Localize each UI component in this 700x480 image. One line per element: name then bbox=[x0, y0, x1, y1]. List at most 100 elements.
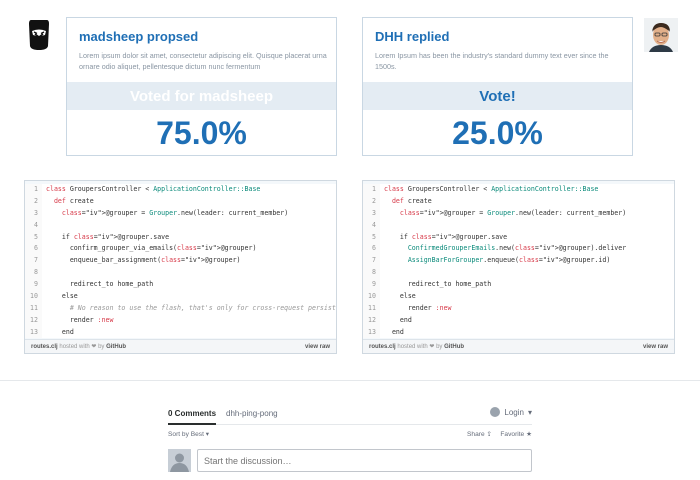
left-vote-percentage: 75.0% bbox=[156, 115, 247, 151]
line-number: 6 bbox=[25, 243, 42, 256]
line-number: 12 bbox=[363, 314, 380, 327]
line-number: 9 bbox=[25, 279, 42, 292]
code-line: 13 end bbox=[363, 326, 674, 338]
line-code: # No reason to use the flash, that's onl… bbox=[46, 303, 336, 312]
share-icon: ⇪ bbox=[486, 431, 492, 438]
disqus-icon bbox=[490, 407, 501, 417]
right-code-gist: 1 class GroupersController < ApplicationC… bbox=[362, 180, 675, 354]
code-line: 10 else bbox=[363, 291, 674, 303]
line-code: class GroupersController < ApplicationCo… bbox=[46, 185, 261, 193]
code-line: 12 end bbox=[363, 314, 674, 327]
left-proposal-title: madsheep propsed bbox=[79, 29, 199, 44]
line-code: render :new bbox=[384, 303, 452, 312]
line-code: else bbox=[61, 292, 78, 301]
code-line: 10 else bbox=[25, 291, 336, 303]
code-line: 13 end bbox=[25, 326, 336, 338]
github-link[interactable]: GitHub bbox=[106, 344, 126, 350]
left-code-block: 1 class GroupersController < ApplicationC… bbox=[25, 184, 336, 338]
comments-tabs: 0 Comments dhh-ping-pong Login ▾ bbox=[168, 407, 532, 425]
github-link[interactable]: GitHub bbox=[444, 344, 464, 350]
tab-community[interactable]: dhh-ping-pong bbox=[226, 409, 278, 418]
gist-footer: routes.clj hosted with ❤ by GitHub view … bbox=[363, 339, 674, 353]
code-line: 9 redirect_to home_path bbox=[363, 279, 674, 292]
line-number: 13 bbox=[363, 326, 380, 338]
code-line: 11 render :new bbox=[363, 302, 674, 315]
sort-dropdown[interactable]: Sort by Best ▾ bbox=[168, 430, 209, 438]
gist-filename-link[interactable]: routes.clj bbox=[31, 344, 58, 350]
view-raw-link[interactable]: view raw bbox=[643, 340, 668, 353]
code-line: 7 enqueue_bar_assignment(class="iv">@gro… bbox=[25, 255, 336, 268]
code-line: 3 class="iv">@grouper = Grouper.new(lead… bbox=[363, 207, 674, 220]
share-button[interactable]: Share ⇪ bbox=[467, 430, 492, 438]
left-proposal-description: Lorem ipsum dolor sit amet, consectetur … bbox=[79, 51, 327, 71]
vote-button[interactable]: Vote! bbox=[363, 82, 632, 110]
line-number: 5 bbox=[25, 231, 42, 244]
line-number: 11 bbox=[363, 302, 380, 315]
line-code: end bbox=[399, 315, 412, 324]
line-number: 3 bbox=[363, 207, 380, 220]
right-proposal-card: DHH replied Lorem Ipsum has been the ind… bbox=[362, 17, 633, 156]
right-code-block: 1 class GroupersController < ApplicationC… bbox=[363, 184, 674, 338]
line-code: AssignBarForGrouper.enqueue(class="iv">@… bbox=[407, 256, 611, 265]
code-line: 5 if class="iv">@grouper.save bbox=[25, 231, 336, 244]
code-line: 2 def create bbox=[363, 195, 674, 208]
line-code: confirm_grouper_via_emails(class="iv">@g… bbox=[46, 244, 257, 253]
line-code: def create bbox=[53, 196, 94, 205]
right-proposal-description: Lorem Ipsum has been the industry's stan… bbox=[375, 51, 609, 71]
line-code: end bbox=[391, 327, 404, 336]
code-line: 2 def create bbox=[25, 195, 336, 208]
code-line: 1 class GroupersController < ApplicationC… bbox=[363, 184, 674, 196]
line-number: 8 bbox=[363, 267, 380, 280]
person-avatar-icon bbox=[644, 18, 678, 52]
line-number: 7 bbox=[25, 255, 42, 268]
line-number: 13 bbox=[25, 326, 42, 338]
favorite-label: Favorite bbox=[500, 431, 525, 438]
code-line: 4 bbox=[363, 219, 674, 232]
view-raw-link[interactable]: view raw bbox=[305, 340, 330, 353]
tab-comments[interactable]: 0 Comments bbox=[168, 409, 217, 425]
left-code-gist: 1 class GroupersController < ApplicationC… bbox=[24, 180, 337, 354]
line-code: redirect_to home_path bbox=[46, 280, 154, 289]
gist-footer: routes.clj hosted with ❤ by GitHub view … bbox=[25, 339, 336, 353]
right-vote-percentage: 25.0% bbox=[452, 115, 543, 151]
line-number: 11 bbox=[25, 302, 42, 315]
discussion-input[interactable] bbox=[197, 449, 532, 472]
comments-subbar: Sort by Best ▾ Share ⇪ Favorite ★ bbox=[168, 430, 532, 440]
line-number: 12 bbox=[25, 314, 42, 327]
code-line: 12 render :new bbox=[25, 314, 336, 327]
line-number: 4 bbox=[25, 219, 42, 232]
line-number: 1 bbox=[25, 184, 42, 196]
line-number: 8 bbox=[25, 267, 42, 280]
voted-status-banner: Voted for madsheep bbox=[67, 82, 336, 110]
line-number: 5 bbox=[363, 231, 380, 244]
favorite-button[interactable]: Favorite ★ bbox=[500, 430, 532, 438]
line-number: 2 bbox=[25, 195, 42, 208]
line-code: class="iv">@grouper = Grouper.new(leader… bbox=[399, 208, 627, 217]
code-line: 6 confirm_grouper_via_emails(class="iv">… bbox=[25, 243, 336, 256]
code-line: 11 # No reason to use the flash, that's … bbox=[25, 302, 336, 315]
login-label: Login bbox=[504, 407, 524, 417]
chevron-down-icon: ▾ bbox=[527, 407, 532, 417]
line-code: class GroupersController < ApplicationCo… bbox=[384, 185, 599, 193]
line-code: end bbox=[61, 327, 74, 336]
gist-hosted-text: hosted with ❤ by bbox=[59, 344, 105, 350]
sort-label: Sort by Best bbox=[168, 431, 204, 438]
line-code: class="iv">@grouper = Grouper.new(leader… bbox=[61, 208, 289, 217]
madsheep-avatar bbox=[22, 18, 56, 52]
share-label: Share bbox=[467, 431, 485, 438]
commenter-avatar bbox=[168, 449, 191, 472]
code-line: 1 class GroupersController < ApplicationC… bbox=[25, 184, 336, 196]
line-code: enqueue_bar_assignment(class="iv">@group… bbox=[46, 256, 241, 265]
code-line: 5 if class="iv">@grouper.save bbox=[363, 231, 674, 244]
line-code: redirect_to home_path bbox=[384, 280, 492, 289]
dhh-avatar bbox=[644, 18, 678, 52]
section-divider bbox=[0, 380, 700, 381]
code-line: 4 bbox=[25, 219, 336, 232]
gist-filename-link[interactable]: routes.clj bbox=[369, 344, 396, 350]
login-dropdown[interactable]: Login ▾ bbox=[490, 407, 532, 417]
line-number: 10 bbox=[25, 291, 42, 303]
line-number: 9 bbox=[363, 279, 380, 292]
star-icon: ★ bbox=[526, 431, 532, 438]
